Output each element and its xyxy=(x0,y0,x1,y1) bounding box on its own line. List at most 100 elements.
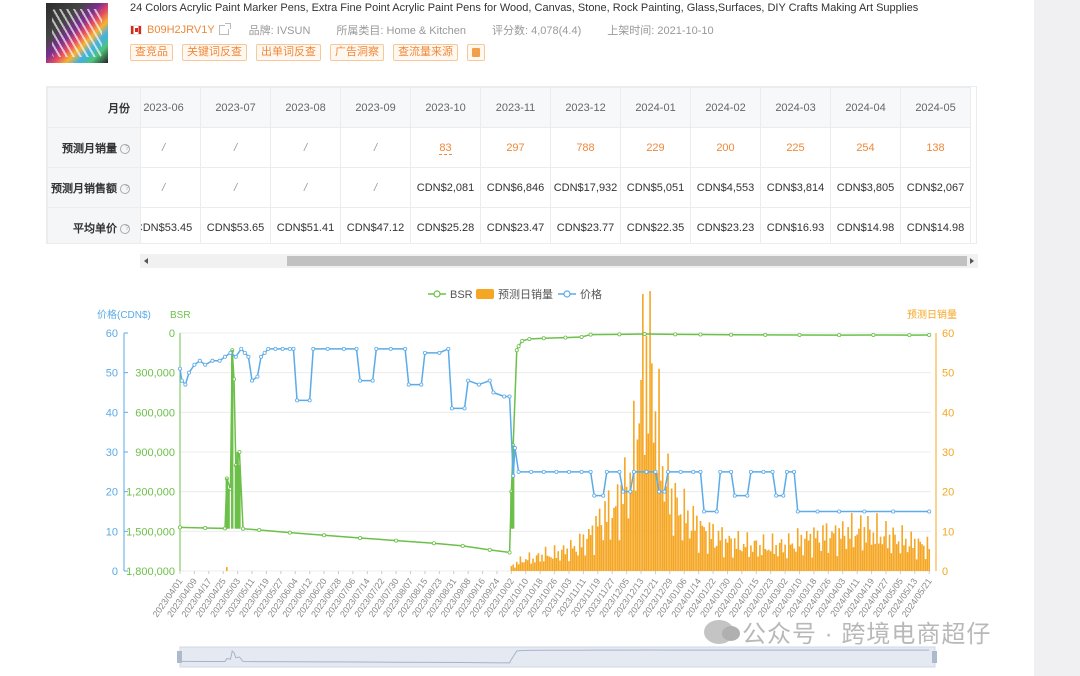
help-icon[interactable]: ? xyxy=(120,183,130,194)
external-link-icon[interactable] xyxy=(218,23,231,35)
monthly-table: 月份 2023-06 2023-07 2023-08 2023-09 2023-10 202… xyxy=(46,86,977,244)
price-point xyxy=(403,346,408,351)
sales-bar xyxy=(568,561,570,571)
sales-bar xyxy=(649,291,651,571)
sales-bar xyxy=(753,540,756,571)
zoom-handle-left[interactable] xyxy=(177,651,182,663)
sales-bar xyxy=(820,550,822,571)
sales-bar xyxy=(510,566,513,571)
sales-bar xyxy=(834,525,837,571)
sales-bar xyxy=(226,567,228,571)
sales-bar xyxy=(670,488,673,571)
price-point xyxy=(927,509,932,514)
tag-order-keyword-reverse[interactable]: 出单词反查 xyxy=(256,44,321,61)
action-tags: 查竞品 关键词反查 出单词反查 广告洞察 查流量来源 xyxy=(130,44,485,61)
price-point xyxy=(644,469,649,474)
sales-bar xyxy=(634,490,637,571)
sales-bar xyxy=(906,552,909,571)
table-cell: CDN$2,081 xyxy=(410,167,481,208)
help-icon[interactable]: ? xyxy=(120,223,130,234)
sales-bar xyxy=(791,543,794,571)
table-cell: / xyxy=(140,167,201,208)
price-point xyxy=(714,509,719,514)
page: 24 Colors Acrylic Paint Marker Pens, Ext… xyxy=(0,0,1080,676)
sales-bar xyxy=(699,520,702,571)
sales-bar xyxy=(897,541,900,571)
price-point xyxy=(446,346,451,351)
sales-bar xyxy=(868,529,871,571)
sales-bar xyxy=(517,564,520,571)
sales-bar xyxy=(526,560,529,571)
sales-bar xyxy=(768,549,770,571)
calculator-icon[interactable] xyxy=(467,44,485,61)
product-title[interactable]: 24 Colors Acrylic Paint Marker Pens, Ext… xyxy=(130,2,918,14)
sales-bar xyxy=(616,484,619,571)
table-cell: 2023-12 xyxy=(550,87,621,128)
sales-bar xyxy=(849,538,851,571)
price-point xyxy=(662,489,667,494)
sales-bar xyxy=(622,504,624,571)
table-cell: 2023-11 xyxy=(480,87,551,128)
price-point xyxy=(354,346,359,351)
row-label: 预测月销售额? xyxy=(47,167,141,208)
sales-bar xyxy=(566,548,569,571)
table-cell: CDN$23.47 xyxy=(480,207,551,243)
tag-keyword-reverse[interactable]: 关键词反查 xyxy=(182,44,247,61)
price-tick-label: 40 xyxy=(106,407,118,419)
scroll-right-arrow-icon[interactable] xyxy=(970,258,974,264)
row-label: 月份 xyxy=(47,87,141,128)
sales-bar xyxy=(660,480,662,571)
sales-bar xyxy=(858,528,860,571)
price-point xyxy=(617,469,622,474)
tag-ad-insight[interactable]: 广告洞察 xyxy=(330,44,384,61)
sales-bar xyxy=(559,560,561,571)
price-point xyxy=(228,350,233,355)
bsr-point xyxy=(177,525,182,530)
bsr-point xyxy=(871,332,876,337)
tag-competitors[interactable]: 查竞品 xyxy=(130,44,173,61)
price-point xyxy=(374,346,379,351)
sales-bar xyxy=(733,538,736,571)
sales-bar xyxy=(544,546,547,571)
side-panel xyxy=(1034,0,1080,676)
product-thumbnail[interactable] xyxy=(46,3,108,63)
sales-bar xyxy=(676,497,678,571)
sales-bar xyxy=(735,548,738,571)
sales-bar xyxy=(863,527,866,571)
price-point xyxy=(273,346,278,351)
table-cell: CDN$16.93 xyxy=(760,207,831,243)
sales-bar xyxy=(665,486,668,571)
price-point xyxy=(511,473,516,478)
price-point xyxy=(422,350,427,355)
sales-tick-label: 10 xyxy=(942,526,954,538)
sales-bar xyxy=(802,555,804,571)
sales-bar xyxy=(555,557,558,571)
price-point xyxy=(462,406,467,411)
price-point xyxy=(732,493,737,498)
sales-axis-title: 预测日销量 xyxy=(907,308,957,321)
table-cell: 2023-10 xyxy=(410,87,481,128)
sales-bar xyxy=(514,567,516,571)
sales-bar xyxy=(692,505,695,571)
bsr-point xyxy=(642,332,647,337)
table-scrollbar[interactable] xyxy=(140,254,978,268)
scroll-left-arrow-icon[interactable] xyxy=(144,258,148,264)
zoom-handle-right[interactable] xyxy=(932,651,937,663)
bsr-tick-label: 900,000 xyxy=(135,447,175,459)
price-point xyxy=(666,469,671,474)
price-point xyxy=(795,509,800,514)
price-point xyxy=(370,378,375,383)
sales-bar xyxy=(852,547,855,571)
sales-bar xyxy=(521,562,523,571)
sales-bar xyxy=(843,535,846,571)
help-icon[interactable]: ? xyxy=(120,143,130,154)
bsr-point xyxy=(527,336,532,341)
asin-link[interactable]: B09H2JRV1Y xyxy=(147,24,215,36)
sales-bar xyxy=(579,533,581,571)
price-point xyxy=(784,469,789,474)
price-point xyxy=(266,346,271,351)
scrollbar-thumb[interactable] xyxy=(287,256,967,266)
tag-traffic-source[interactable]: 查流量来源 xyxy=(393,44,458,61)
sales-bar xyxy=(786,558,788,571)
sales-bar xyxy=(654,411,657,571)
